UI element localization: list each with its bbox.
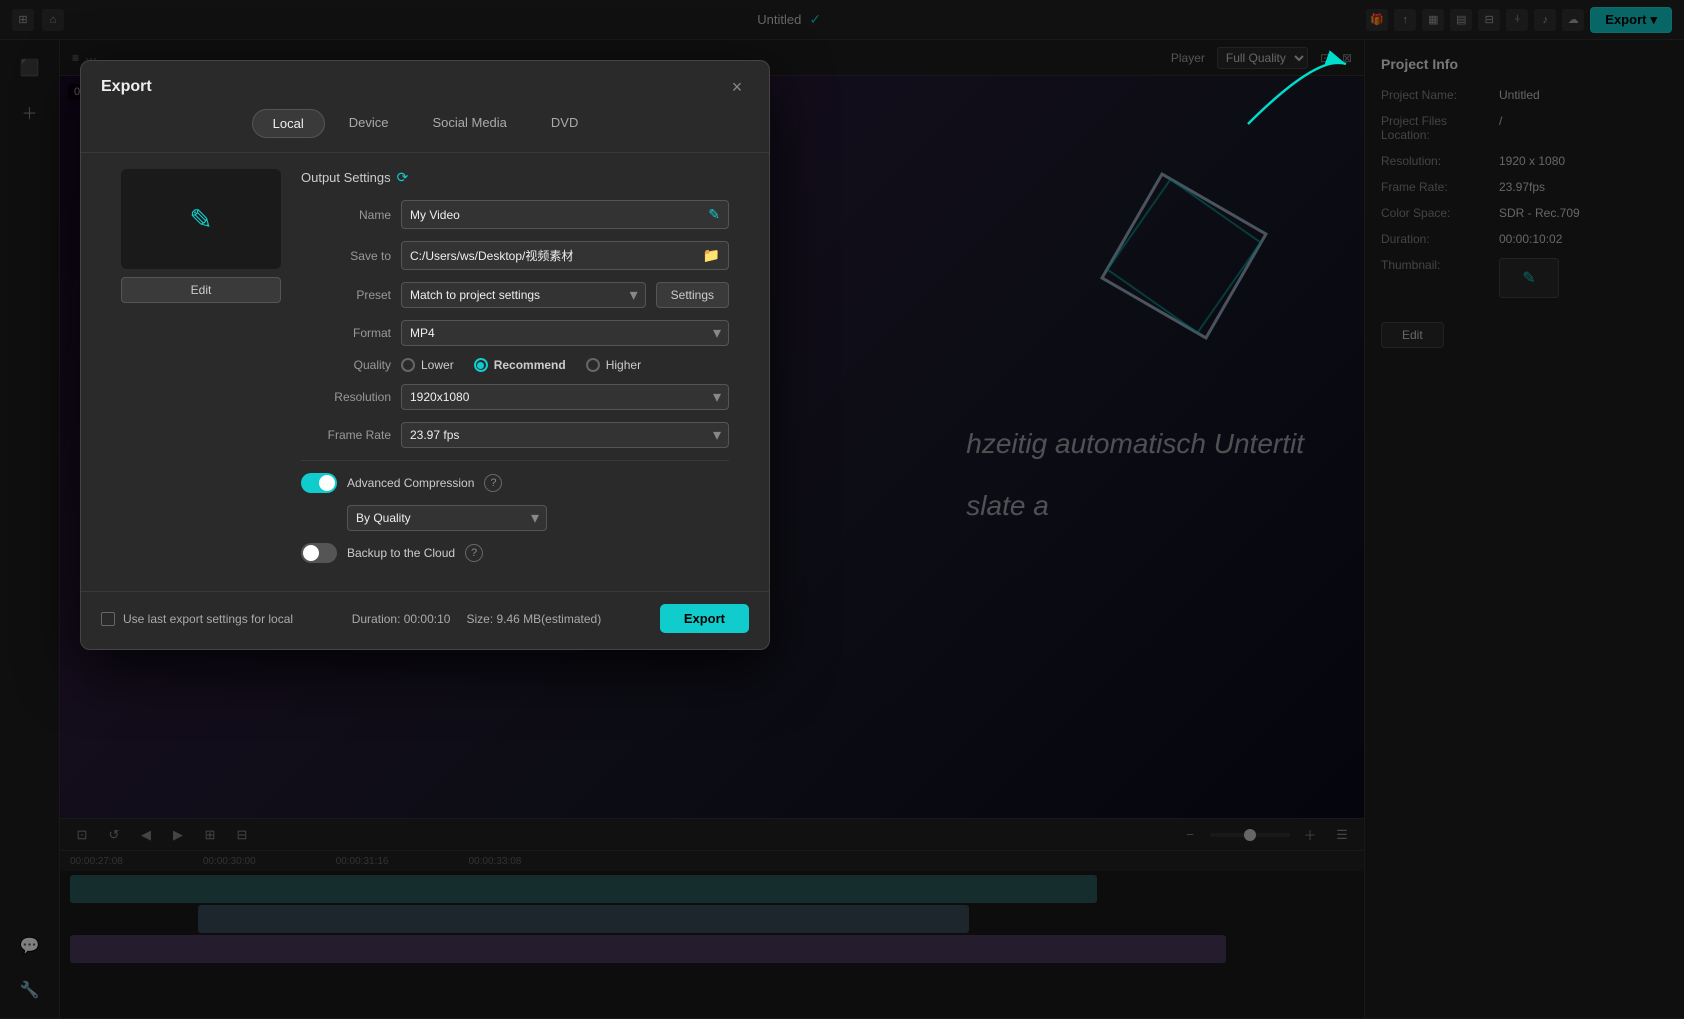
quality-higher-radio[interactable] xyxy=(586,358,600,372)
preset-settings-button[interactable]: Settings xyxy=(656,282,729,308)
backup-cloud-toggle[interactable] xyxy=(301,543,337,563)
name-edit-icon[interactable]: ✎ xyxy=(708,206,720,223)
preset-select-wrapper: Match to project settings xyxy=(401,282,646,308)
quality-options: Lower Recommend Higher xyxy=(401,358,641,372)
quality-lower-radio[interactable] xyxy=(401,358,415,372)
quality-lower[interactable]: Lower xyxy=(401,358,454,372)
quality-higher[interactable]: Higher xyxy=(586,358,641,372)
form-divider-1 xyxy=(301,460,729,461)
duration-info: Duration: 00:00:10 xyxy=(352,612,451,626)
form-row-preset: Preset Match to project settings Setting… xyxy=(301,282,729,308)
backup-cloud-label: Backup to the Cloud xyxy=(347,546,455,560)
form-row-name: Name ✎ xyxy=(301,200,729,229)
use-last-settings-checkbox[interactable] xyxy=(101,612,115,626)
name-input-wrapper: ✎ xyxy=(401,200,729,229)
resolution-select-wrapper: 1920x1080 xyxy=(401,384,729,410)
backup-cloud-row: Backup to the Cloud ? xyxy=(301,543,729,563)
dialog-title: Export xyxy=(101,78,152,96)
form-label-save-to: Save to xyxy=(301,249,391,263)
framerate-select[interactable]: 23.97 fps xyxy=(401,422,729,448)
export-dialog: Export × Local Device Social Media DVD ✎… xyxy=(80,60,770,650)
format-select[interactable]: MP4 xyxy=(401,320,729,346)
folder-browse-icon[interactable]: 📁 xyxy=(703,247,720,264)
by-quality-select-wrapper: By Quality xyxy=(347,505,547,531)
form-label-format: Format xyxy=(301,326,391,340)
dialog-settings: Output Settings ⟳ Name ✎ Save to xyxy=(301,169,729,575)
form-row-quality: Quality Lower Recommend xyxy=(301,358,729,372)
dialog-footer: Use last export settings for local Durat… xyxy=(81,591,769,649)
format-select-wrapper: MP4 xyxy=(401,320,729,346)
dialog-close-button[interactable]: × xyxy=(725,75,749,99)
name-input[interactable] xyxy=(410,208,708,222)
form-label-preset: Preset xyxy=(301,288,391,302)
output-settings-title: Output Settings ⟳ xyxy=(301,169,729,186)
tab-device[interactable]: Device xyxy=(329,109,409,138)
form-label-framerate: Frame Rate xyxy=(301,428,391,442)
preset-select[interactable]: Match to project settings xyxy=(401,282,646,308)
modal-overlay: Export × Local Device Social Media DVD ✎… xyxy=(0,0,1684,1018)
dialog-scroll[interactable]: ✎ Edit Output Settings ⟳ Name ✎ xyxy=(81,153,769,591)
advanced-compression-row: Advanced Compression ? xyxy=(301,473,729,493)
refresh-icon[interactable]: ⟳ xyxy=(397,169,409,186)
form-row-format: Format MP4 xyxy=(301,320,729,346)
dialog-preview-area: ✎ Edit xyxy=(121,169,281,575)
dialog-header: Export × xyxy=(81,61,769,109)
quality-recommend-radio[interactable] xyxy=(474,358,488,372)
form-label-quality: Quality xyxy=(301,358,391,372)
framerate-select-wrapper: 23.97 fps xyxy=(401,422,729,448)
by-quality-select[interactable]: By Quality xyxy=(347,505,547,531)
use-last-settings-label: Use last export settings for local xyxy=(123,612,293,626)
dialog-body: ✎ Edit Output Settings ⟳ Name ✎ xyxy=(101,153,749,591)
form-row-by-quality: By Quality xyxy=(347,505,729,531)
save-path-display: C:/Users/ws/Desktop/视频素材 📁 xyxy=(401,241,729,270)
form-row-framerate: Frame Rate 23.97 fps xyxy=(301,422,729,448)
form-label-resolution: Resolution xyxy=(301,390,391,404)
dialog-tabs: Local Device Social Media DVD xyxy=(81,109,769,153)
tab-dvd[interactable]: DVD xyxy=(531,109,598,138)
resolution-select[interactable]: 1920x1080 xyxy=(401,384,729,410)
preview-thumbnail: ✎ xyxy=(121,169,281,269)
advanced-compression-toggle[interactable] xyxy=(301,473,337,493)
form-label-name: Name xyxy=(301,208,391,222)
footer-export-button[interactable]: Export xyxy=(660,604,749,633)
preview-edit-button[interactable]: Edit xyxy=(121,277,281,303)
form-row-resolution: Resolution 1920x1080 xyxy=(301,384,729,410)
save-path-text: C:/Users/ws/Desktop/视频素材 xyxy=(410,247,697,264)
backup-cloud-help[interactable]: ? xyxy=(465,544,483,562)
advanced-compression-label: Advanced Compression xyxy=(347,476,474,490)
advanced-compression-help[interactable]: ? xyxy=(484,474,502,492)
tab-social-media[interactable]: Social Media xyxy=(412,109,526,138)
tab-local[interactable]: Local xyxy=(252,109,325,138)
use-last-settings-row: Use last export settings for local xyxy=(101,612,293,626)
footer-info: Duration: 00:00:10 Size: 9.46 MB(estimat… xyxy=(352,612,601,626)
quality-recommend[interactable]: Recommend xyxy=(474,358,566,372)
size-info: Size: 9.46 MB(estimated) xyxy=(466,612,601,626)
form-row-save-to: Save to C:/Users/ws/Desktop/视频素材 📁 xyxy=(301,241,729,270)
